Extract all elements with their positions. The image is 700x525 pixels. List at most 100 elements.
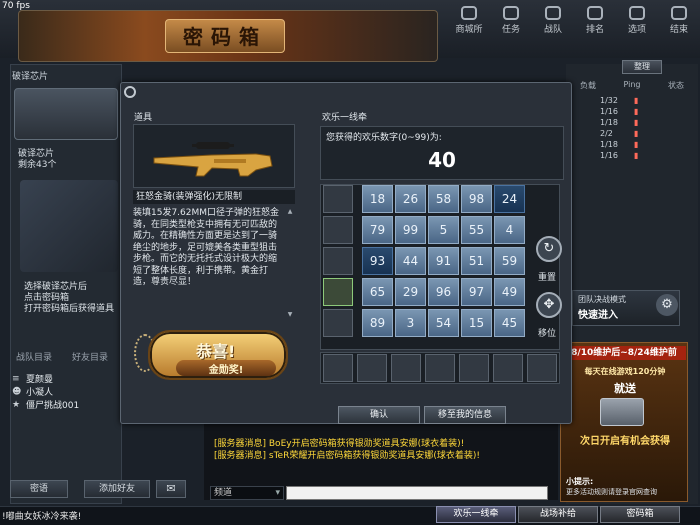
number-cell[interactable]: 93 <box>362 247 393 275</box>
shop-icon <box>461 6 477 20</box>
add-friend-button[interactable]: 添加好友 <box>84 480 150 498</box>
lucky-number-value: 40 <box>428 148 456 172</box>
medal-text: 金勋奖! <box>208 365 244 376</box>
whisper-button[interactable]: 密语 <box>10 480 68 498</box>
move-to-messages-button[interactable]: 移至我的信息 <box>424 406 506 424</box>
shift-button[interactable]: ✥ <box>536 292 562 318</box>
number-cell[interactable]: 44 <box>395 247 426 275</box>
shift-label: 移位 <box>538 329 557 339</box>
friends-tabs: 战队目录 好友目录 <box>12 350 122 366</box>
chip-count: 剩余43个 <box>18 160 57 170</box>
nav-ranking[interactable]: 排名 <box>574 4 616 38</box>
frog-icon: ☻ <box>12 386 22 397</box>
number-cell[interactable]: 59 <box>494 247 525 275</box>
event-date: 8/10维护后~8/24维护前 <box>562 346 686 360</box>
weapon-slot[interactable] <box>459 354 489 382</box>
star-icon: ★ <box>12 399 21 410</box>
scroll-down-icon[interactable]: ▼ <box>286 311 294 318</box>
nav-shop[interactable]: 商城所 <box>448 4 490 38</box>
scroll-up-icon[interactable]: ▲ <box>286 208 294 215</box>
list-item[interactable]: ☻ 小凝人 <box>12 385 122 399</box>
number-cell[interactable]: 45 <box>494 309 525 337</box>
table-row[interactable]: 1/16 ▮ <box>566 107 674 118</box>
table-row[interactable]: 1/32 ▮ <box>566 96 674 107</box>
status-icon: ▮ <box>634 140 639 149</box>
number-cell[interactable]: 15 <box>461 309 492 337</box>
tab-battle-supply[interactable]: 战场补给 <box>518 506 598 523</box>
table-row[interactable]: 1/18 ▮ <box>566 118 674 129</box>
safe-icon <box>600 398 644 426</box>
gear-icon <box>629 6 645 20</box>
number-cell[interactable]: 26 <box>395 185 426 213</box>
chevron-down-icon: ▾ <box>275 488 280 498</box>
number-cell[interactable]: 79 <box>362 216 393 244</box>
number-cell[interactable]: 51 <box>461 247 492 275</box>
status-icon: ▮ <box>634 96 639 105</box>
table-row[interactable]: 1/16 ▮ <box>566 151 674 162</box>
status-icon: ▮ <box>634 107 639 116</box>
reset-button[interactable]: ↻ <box>536 236 562 262</box>
event-reward-label: 就送 <box>614 382 636 395</box>
nav-task[interactable]: 任务 <box>490 4 532 38</box>
weapon-slot[interactable] <box>493 354 523 382</box>
chat-channel-select[interactable]: 频道 ▾ <box>210 486 284 500</box>
weapon-slot[interactable] <box>323 309 353 337</box>
tab-friend-list[interactable]: 好友目录 <box>72 350 108 366</box>
number-cell[interactable]: 89 <box>362 309 393 337</box>
nav-exit[interactable]: 结束 <box>658 4 700 38</box>
weapon-slot[interactable] <box>391 354 421 382</box>
weapon-slot[interactable] <box>323 216 353 244</box>
number-cell[interactable]: 58 <box>428 185 459 213</box>
tab-clan-list[interactable]: 战队目录 <box>16 350 52 366</box>
task-icon <box>503 6 519 20</box>
nav-clan[interactable]: 战队 <box>532 4 574 38</box>
gear-icon: ⚙ <box>661 297 673 312</box>
weapon-slot[interactable] <box>323 278 353 306</box>
news-ticker: !嘟曲女妖冰冷来袭! <box>2 512 82 522</box>
event-tip-title: 小提示: <box>566 477 594 486</box>
weapon-slot[interactable] <box>425 354 455 382</box>
number-cell[interactable]: 5 <box>428 216 459 244</box>
weapon-slot[interactable] <box>323 185 353 213</box>
chat-input[interactable] <box>286 486 548 500</box>
refresh-button[interactable]: 整理 <box>622 60 662 74</box>
confirm-button[interactable]: 确认 <box>338 406 420 424</box>
rank-icon: ≡ <box>12 373 20 384</box>
mail-button[interactable]: ✉ <box>156 480 186 498</box>
number-cell[interactable]: 65 <box>362 278 393 306</box>
table-row[interactable]: 1/18 ▮ <box>566 140 674 151</box>
quick-join-button[interactable]: 快速进入 <box>578 306 618 321</box>
number-cell[interactable]: 18 <box>362 185 393 213</box>
number-cell[interactable]: 24 <box>494 185 525 213</box>
number-cell[interactable]: 49 <box>494 278 525 306</box>
number-cell[interactable]: 3 <box>395 309 426 337</box>
reset-label: 重置 <box>538 273 557 283</box>
number-cell[interactable]: 4 <box>494 216 525 244</box>
number-cell[interactable]: 29 <box>395 278 426 306</box>
decoder-chip-icon[interactable] <box>14 88 118 140</box>
number-cell[interactable]: 98 <box>461 185 492 213</box>
weapon-slot[interactable] <box>527 354 557 382</box>
shift-icon: ✥ <box>543 297 555 312</box>
item-description: 装填15发7.62MM口径子弹的狂怒金骑，在同类型枪支中拥有无可匹敌的威力。在精… <box>133 208 280 287</box>
nav-options[interactable]: 选项 <box>616 4 658 38</box>
number-cell[interactable]: 54 <box>428 309 459 337</box>
number-cell[interactable]: 55 <box>461 216 492 244</box>
weapon-slot[interactable] <box>357 354 387 382</box>
friend-list: ≡ 夏颜曼 ☻ 小凝人 ★ 僵尸挑战001 <box>12 372 122 412</box>
list-item[interactable]: ★ 僵尸挑战001 <box>12 398 122 412</box>
weapon-slot[interactable] <box>323 354 353 382</box>
weapon-slot[interactable] <box>323 247 353 275</box>
mode-settings-button[interactable]: ⚙ <box>656 294 678 316</box>
tab-cipher-box[interactable]: 密码箱 <box>600 506 680 523</box>
status-icon: ▮ <box>634 151 639 160</box>
number-cell[interactable]: 97 <box>461 278 492 306</box>
number-cell[interactable]: 96 <box>428 278 459 306</box>
item-section-label: 道具 <box>134 113 153 123</box>
number-cell[interactable]: 91 <box>428 247 459 275</box>
description-scrollbar[interactable]: ▲ ▼ <box>286 208 294 318</box>
list-item[interactable]: ≡ 夏颜曼 <box>12 372 122 386</box>
tab-lucky-line[interactable]: 欢乐一线牵 <box>436 506 516 523</box>
number-cell[interactable]: 99 <box>395 216 426 244</box>
table-row[interactable]: 2/2 ▮ <box>566 129 674 140</box>
